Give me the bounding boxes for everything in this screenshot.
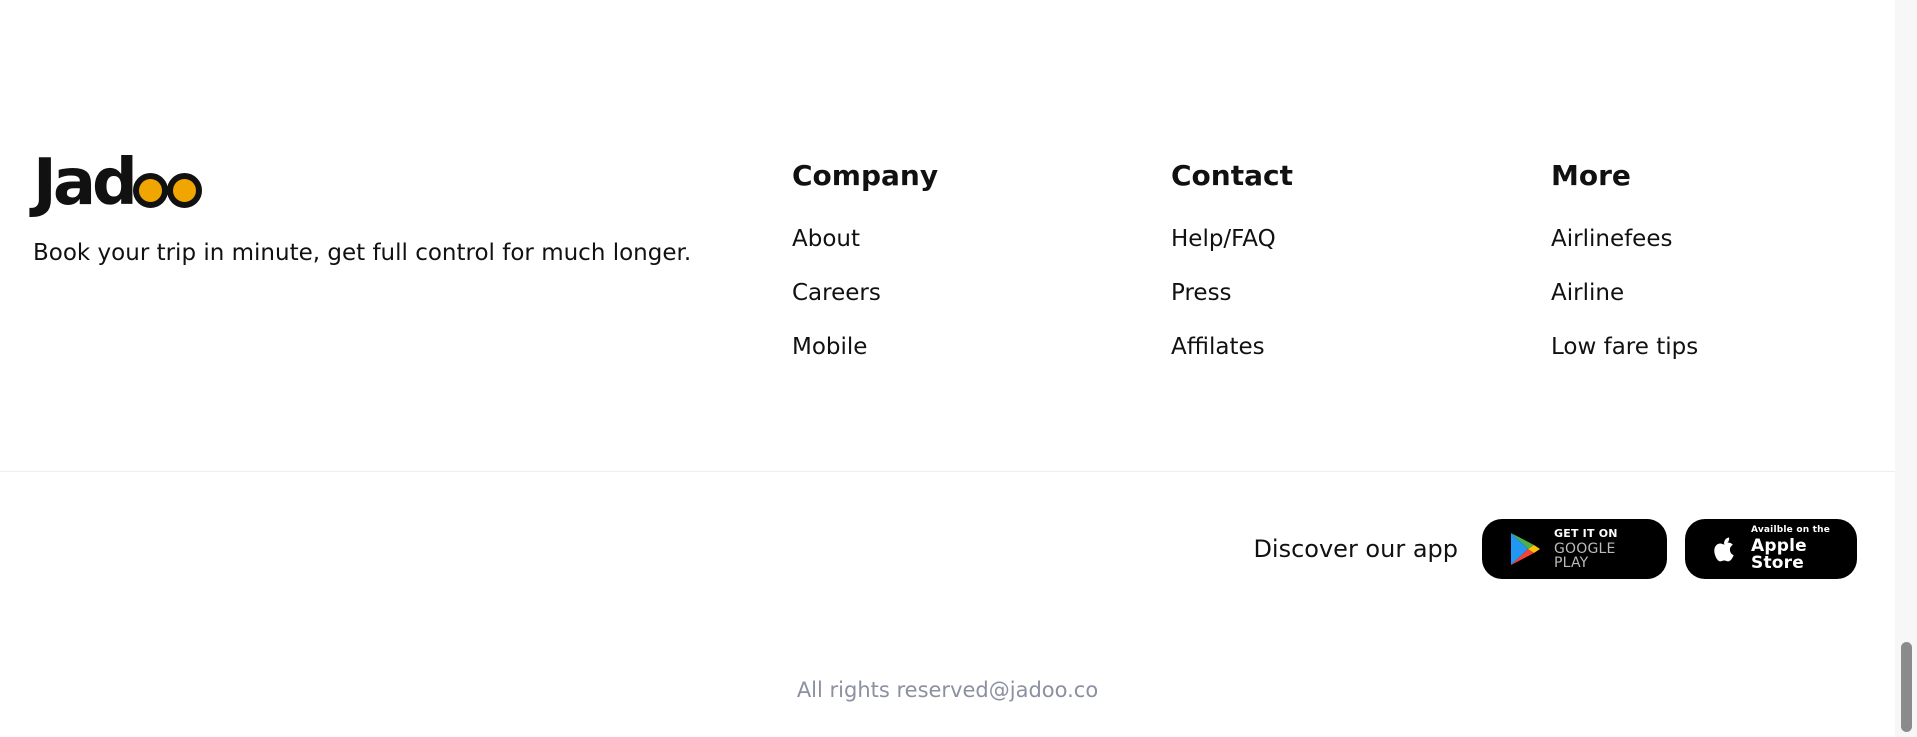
footer-link-airlinefees[interactable]: Airlinefees (1551, 225, 1698, 253)
apple-icon (1714, 537, 1734, 562)
column-heading: Company (792, 159, 939, 192)
apple-store-button[interactable]: Availble on the Apple Store (1685, 519, 1857, 579)
logo-o-icon (166, 173, 202, 208)
footer: Jad Book your trip in minute, get full c… (0, 0, 1895, 471)
apple-store-bottom-text: Apple Store (1751, 536, 1807, 573)
footer-divider (0, 471, 1895, 472)
footer-link-affilates[interactable]: Affilates (1171, 333, 1293, 361)
google-play-top-text: GET IT ON (1554, 527, 1618, 540)
footer-link-airline[interactable]: Airline (1551, 279, 1698, 307)
google-play-text: GET IT ON GOOGLE PLAY (1554, 528, 1649, 570)
footer-link-low-fare-tips[interactable]: Low fare tips (1551, 333, 1698, 361)
footer-link-press[interactable]: Press (1171, 279, 1293, 307)
link-list: About Careers Mobile (792, 225, 938, 361)
logo-text: Jad (33, 146, 138, 220)
column-heading: Contact (1171, 159, 1293, 192)
footer-column-contact: Contact Help/FAQ Press Affilates (1171, 158, 1293, 387)
footer-column-more: More Airlinefees Airline Low fare tips (1551, 158, 1698, 387)
discover-app-label: Discover our app (1253, 535, 1458, 563)
footer-link-about[interactable]: About (792, 225, 938, 253)
footer-link-help-faq[interactable]: Help/FAQ (1171, 225, 1293, 253)
scrollbar-thumb[interactable] (1901, 642, 1912, 732)
vertical-scrollbar[interactable] (1895, 0, 1917, 737)
logo-o-icon (132, 173, 168, 208)
link-list: Help/FAQ Press Affilates (1171, 225, 1293, 361)
footer-link-mobile[interactable]: Mobile (792, 333, 938, 361)
google-play-icon (1511, 533, 1540, 565)
apple-store-text: Availble on the Apple Store (1751, 526, 1839, 572)
brand-block: Jad Book your trip in minute, get full c… (33, 150, 691, 266)
google-play-button[interactable]: GET IT ON GOOGLE PLAY (1482, 519, 1667, 579)
google-play-bottom-text: GOOGLE PLAY (1554, 541, 1616, 571)
column-heading: More (1551, 159, 1631, 192)
apple-store-top-text: Availble on the (1751, 525, 1831, 535)
jadoo-logo[interactable]: Jad (33, 150, 691, 216)
link-list: Airlinefees Airline Low fare tips (1551, 225, 1698, 361)
page: Jad Book your trip in minute, get full c… (0, 0, 1917, 737)
copyright-text: All rights reserved@jadoo.co (796, 678, 1099, 702)
app-download-row: Discover our app GET IT ON GOOGLE PLAY A… (1253, 519, 1857, 579)
tagline: Book your trip in minute, get full contr… (33, 240, 692, 266)
footer-link-careers[interactable]: Careers (792, 279, 938, 307)
footer-column-company: Company About Careers Mobile (792, 158, 938, 387)
